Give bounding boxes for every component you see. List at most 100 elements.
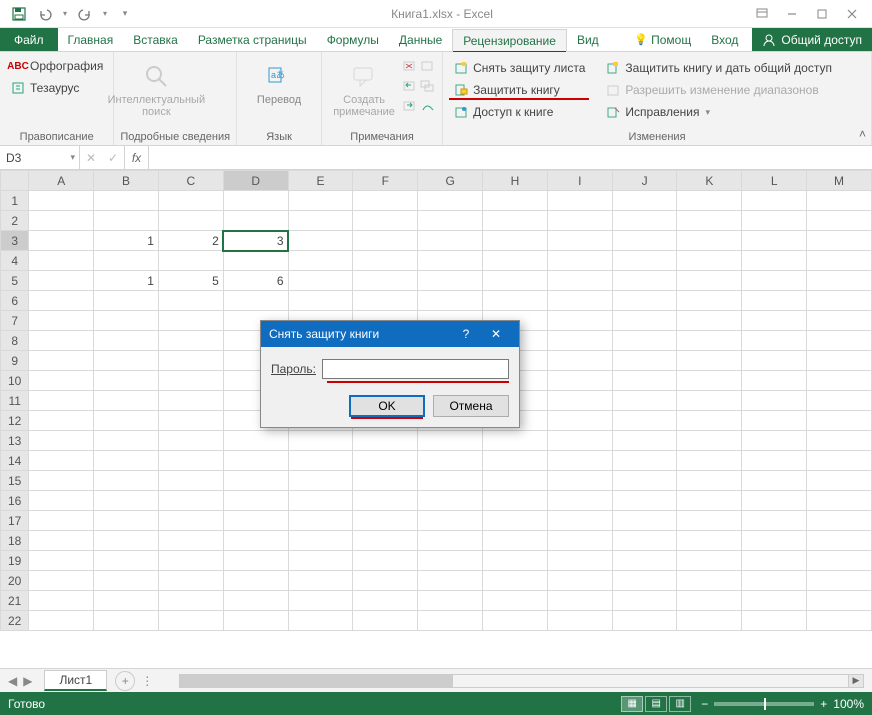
row-header-22[interactable]: 22 xyxy=(1,611,29,631)
col-header-B[interactable]: B xyxy=(94,171,159,191)
row-header-18[interactable]: 18 xyxy=(1,531,29,551)
col-header-K[interactable]: K xyxy=(677,171,742,191)
new-sheet-button[interactable]: + xyxy=(115,671,135,691)
cell-B15[interactable] xyxy=(94,471,159,491)
cell-M18[interactable] xyxy=(807,531,872,551)
cell-A17[interactable] xyxy=(29,511,94,531)
cell-F14[interactable] xyxy=(353,451,418,471)
view-page-break-icon[interactable]: ▥ xyxy=(669,696,691,712)
cell-J3[interactable] xyxy=(612,231,677,251)
cell-A7[interactable] xyxy=(29,311,94,331)
cell-E19[interactable] xyxy=(288,551,353,571)
cell-J11[interactable] xyxy=(612,391,677,411)
cell-L5[interactable] xyxy=(742,271,807,291)
row-header-4[interactable]: 4 xyxy=(1,251,29,271)
cell-I8[interactable] xyxy=(547,331,612,351)
row-header-7[interactable]: 7 xyxy=(1,311,29,331)
cell-C3[interactable]: 2 xyxy=(158,231,223,251)
zoom-out-icon[interactable]: − xyxy=(701,697,708,711)
cell-K10[interactable] xyxy=(677,371,742,391)
cell-B4[interactable] xyxy=(94,251,159,271)
cell-I5[interactable] xyxy=(547,271,612,291)
row-header-19[interactable]: 19 xyxy=(1,551,29,571)
cell-A9[interactable] xyxy=(29,351,94,371)
cell-G21[interactable] xyxy=(418,591,483,611)
col-header-C[interactable]: C xyxy=(158,171,223,191)
cell-G16[interactable] xyxy=(418,491,483,511)
cell-K8[interactable] xyxy=(677,331,742,351)
cell-E17[interactable] xyxy=(288,511,353,531)
formula-input[interactable] xyxy=(149,146,872,169)
cell-L22[interactable] xyxy=(742,611,807,631)
tab-view[interactable]: Вид xyxy=(567,28,609,51)
cell-D19[interactable] xyxy=(223,551,288,571)
cell-J12[interactable] xyxy=(612,411,677,431)
cancel-formula-icon[interactable]: ✕ xyxy=(80,151,102,165)
cell-C2[interactable] xyxy=(158,211,223,231)
cell-L13[interactable] xyxy=(742,431,807,451)
protect-share-button[interactable]: Защитить книгу и дать общий доступ xyxy=(601,58,836,78)
cell-J4[interactable] xyxy=(612,251,677,271)
tab-page-layout[interactable]: Разметка страницы xyxy=(188,28,317,51)
show-all-comments-icon[interactable] xyxy=(420,80,436,98)
row-header-16[interactable]: 16 xyxy=(1,491,29,511)
cell-I15[interactable] xyxy=(547,471,612,491)
cell-I3[interactable] xyxy=(547,231,612,251)
cell-I13[interactable] xyxy=(547,431,612,451)
unprotect-sheet-button[interactable]: Снять защиту листа xyxy=(449,58,589,78)
cell-D15[interactable] xyxy=(223,471,288,491)
cell-A22[interactable] xyxy=(29,611,94,631)
cell-F16[interactable] xyxy=(353,491,418,511)
cell-I18[interactable] xyxy=(547,531,612,551)
undo-drop-icon[interactable]: ▾ xyxy=(60,3,70,25)
cell-H2[interactable] xyxy=(483,211,548,231)
cell-B19[interactable] xyxy=(94,551,159,571)
cell-F17[interactable] xyxy=(353,511,418,531)
cell-H17[interactable] xyxy=(483,511,548,531)
cell-C21[interactable] xyxy=(158,591,223,611)
cell-E18[interactable] xyxy=(288,531,353,551)
minimize-icon[interactable] xyxy=(778,3,806,25)
allow-ranges-button[interactable]: Разрешить изменение диапазонов xyxy=(601,80,836,100)
cell-A12[interactable] xyxy=(29,411,94,431)
cell-E1[interactable] xyxy=(288,191,353,211)
cell-J17[interactable] xyxy=(612,511,677,531)
cell-C5[interactable]: 5 xyxy=(158,271,223,291)
cell-L7[interactable] xyxy=(742,311,807,331)
show-ink-icon[interactable] xyxy=(420,100,436,118)
cell-E15[interactable] xyxy=(288,471,353,491)
cell-D3[interactable]: 3 xyxy=(223,231,288,251)
cell-B3[interactable]: 1 xyxy=(94,231,159,251)
cell-C4[interactable] xyxy=(158,251,223,271)
cell-M13[interactable] xyxy=(807,431,872,451)
row-header-9[interactable]: 9 xyxy=(1,351,29,371)
cell-E13[interactable] xyxy=(288,431,353,451)
cell-B17[interactable] xyxy=(94,511,159,531)
cell-K20[interactable] xyxy=(677,571,742,591)
cell-I22[interactable] xyxy=(547,611,612,631)
cell-F18[interactable] xyxy=(353,531,418,551)
cell-K4[interactable] xyxy=(677,251,742,271)
cell-H15[interactable] xyxy=(483,471,548,491)
cell-B14[interactable] xyxy=(94,451,159,471)
cell-J2[interactable] xyxy=(612,211,677,231)
col-header-H[interactable]: H xyxy=(483,171,548,191)
cell-C20[interactable] xyxy=(158,571,223,591)
select-all[interactable] xyxy=(1,171,29,191)
cell-M5[interactable] xyxy=(807,271,872,291)
row-header-5[interactable]: 5 xyxy=(1,271,29,291)
cell-I2[interactable] xyxy=(547,211,612,231)
cell-D21[interactable] xyxy=(223,591,288,611)
tab-formulas[interactable]: Формулы xyxy=(317,28,389,51)
cell-A15[interactable] xyxy=(29,471,94,491)
cell-I6[interactable] xyxy=(547,291,612,311)
cell-M6[interactable] xyxy=(807,291,872,311)
tell-me[interactable]: Помощ xyxy=(624,28,701,51)
cell-F3[interactable] xyxy=(353,231,418,251)
cell-J19[interactable] xyxy=(612,551,677,571)
spelling-button[interactable]: ABC Орфография xyxy=(6,56,107,76)
tab-insert[interactable]: Вставка xyxy=(123,28,188,51)
fx-icon[interactable]: fx xyxy=(125,146,149,169)
cell-I9[interactable] xyxy=(547,351,612,371)
cell-D1[interactable] xyxy=(223,191,288,211)
